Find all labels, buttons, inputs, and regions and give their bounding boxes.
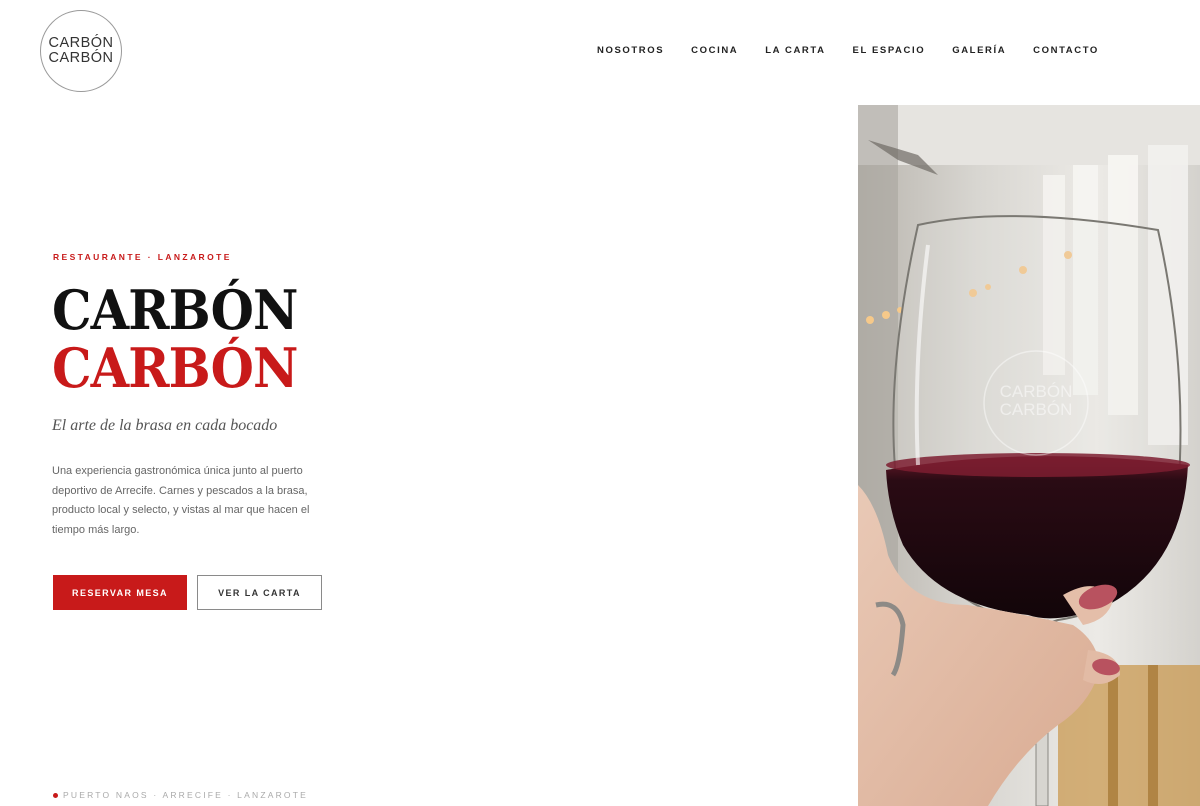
nav-item-el-espacio[interactable]: EL ESPACIO bbox=[853, 45, 926, 56]
location-text: PUERTO NAOS · ARRECIFE · LANZAROTE bbox=[63, 790, 308, 800]
logo[interactable]: CARBÓN CARBÓN bbox=[40, 10, 122, 92]
hero-description: Una experiencia gastronómica única junto… bbox=[52, 465, 310, 537]
nav-item-galeria[interactable]: GALERÍA bbox=[952, 45, 1006, 56]
hero-title: CARBÓN CARBÓN bbox=[52, 278, 298, 400]
logo-line-2: CARBÓN bbox=[48, 50, 114, 66]
reserve-table-button[interactable]: RESERVAR MESA bbox=[53, 575, 187, 610]
wine-glass-photo: CARBÓN CARBÓN bbox=[858, 105, 1200, 806]
view-menu-button[interactable]: VER LA CARTA bbox=[197, 575, 322, 610]
nav-item-contacto[interactable]: CONTACTO bbox=[1033, 45, 1099, 56]
nav-item-cocina[interactable]: COCINA bbox=[691, 45, 738, 56]
nav-item-la-carta[interactable]: LA CARTA bbox=[765, 45, 825, 56]
main-nav: NOSOTROS COCINA LA CARTA EL ESPACIO GALE… bbox=[597, 45, 1099, 56]
hero-title-line-2: CARBÓN bbox=[52, 336, 298, 400]
logo-line-1: CARBÓN bbox=[48, 35, 114, 51]
hero-title-line-1: CARBÓN bbox=[52, 278, 298, 342]
glass-logo-line-1: CARBÓN bbox=[1000, 382, 1073, 401]
glass-logo-line-2: CARBÓN bbox=[1000, 400, 1073, 419]
location-line: PUERTO NAOS · ARRECIFE · LANZAROTE bbox=[53, 790, 308, 800]
hero-photo: CARBÓN CARBÓN bbox=[858, 105, 1200, 806]
location-dot-icon bbox=[53, 792, 58, 798]
nav-item-nosotros[interactable]: NOSOTROS bbox=[597, 45, 664, 56]
hero-tagline: El arte de la brasa en cada bocado bbox=[52, 417, 278, 434]
hero-eyebrow: RESTAURANTE · LANZAROTE bbox=[53, 252, 232, 262]
